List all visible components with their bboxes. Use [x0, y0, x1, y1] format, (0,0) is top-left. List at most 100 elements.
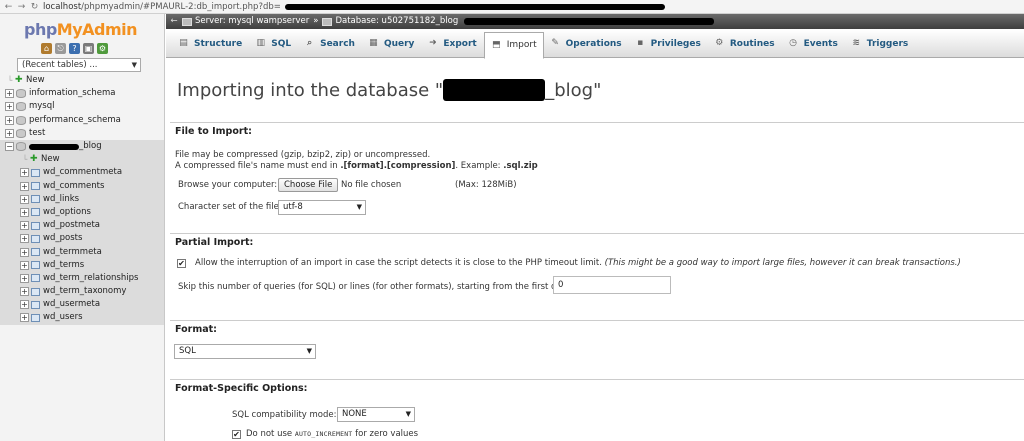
tab-label: Routines — [729, 38, 775, 49]
expand-icon[interactable]: + — [20, 247, 29, 257]
tree-item-table[interactable]: + wd_links — [0, 192, 164, 206]
recent-tables-value: (Recent tables) ... — [22, 60, 98, 70]
expand-icon[interactable]: + — [20, 221, 29, 231]
compat-mode-select[interactable]: NONE ▼ — [337, 407, 415, 422]
tab-import[interactable]: ⬒ Import — [483, 31, 544, 59]
sql-docs-icon[interactable]: ▣ — [83, 43, 94, 54]
filename-note-prefix: A compressed file's name must end in — [175, 161, 341, 171]
no-auto-code: AUTO_INCREMENT — [294, 430, 353, 438]
filename-note: A compressed file's name must end in .[f… — [175, 161, 538, 171]
expand-icon[interactable]: + — [5, 128, 14, 138]
tab-structure[interactable]: ▤ Structure — [172, 33, 249, 55]
table-icon — [31, 168, 40, 177]
redacted-db-name — [29, 143, 79, 150]
breadcrumb-server[interactable]: Server: mysql wampserver — [195, 14, 309, 29]
collapse-arrow-icon[interactable]: ← — [166, 14, 182, 29]
no-auto-increment-checkbox[interactable]: ✔ — [232, 430, 241, 439]
settings-icon[interactable]: ⚙ — [97, 43, 108, 54]
tree-item-table[interactable]: + wd_term_taxonomy — [0, 285, 164, 299]
expand-icon[interactable]: + — [5, 102, 14, 112]
format-select[interactable]: SQL ▼ — [174, 344, 316, 359]
tree-item-label: wd_users — [43, 312, 83, 323]
choose-file-button[interactable]: Choose File — [278, 178, 339, 192]
phpmyadmin-logo[interactable]: phpMyAdmin — [24, 20, 138, 39]
tree-item-table[interactable]: + wd_commentmeta — [0, 166, 164, 180]
forward-arrow-icon[interactable]: → — [17, 2, 26, 12]
page-title: Importing into the database " _blog" — [177, 79, 601, 101]
allow-interrupt-checkbox[interactable]: ✔ — [177, 259, 186, 268]
tree-item-database[interactable]: + performance_schema — [0, 114, 164, 127]
compat-mode-value: NONE — [342, 409, 367, 419]
tree-item-table[interactable]: + wd_terms — [0, 258, 164, 272]
format-section: Format: SQL ▼ — [170, 320, 1024, 380]
expand-icon[interactable]: + — [20, 273, 29, 283]
recent-tables-select[interactable]: (Recent tables) ... ▼ — [17, 58, 141, 72]
format-options-section: Format-Specific Options: SQL compatibili… — [170, 379, 1024, 441]
tab-sql[interactable]: ▥ SQL — [249, 33, 298, 55]
expand-icon[interactable]: + — [20, 287, 29, 297]
tree-item-database[interactable]: + test — [0, 127, 164, 140]
tree-item-database[interactable]: + information_schema — [0, 87, 164, 100]
expand-icon[interactable]: + — [20, 207, 29, 217]
tree-item-table[interactable]: + wd_termmeta — [0, 245, 164, 259]
breadcrumb-database[interactable]: Database: u502751182_blog — [335, 14, 458, 29]
tree-item-label: performance_schema — [29, 114, 121, 125]
url-path: /phpmyadmin/#PMAURL-2:db_import.php?db= — [81, 1, 281, 12]
collapse-icon[interactable]: − — [5, 142, 14, 152]
tree-item-table[interactable]: + wd_comments — [0, 179, 164, 193]
expand-icon[interactable]: + — [20, 194, 29, 204]
expand-icon[interactable]: + — [5, 89, 14, 99]
tree-item-new[interactable]: └ ✚ New — [0, 153, 164, 167]
sql-icon: ▥ — [256, 38, 265, 48]
tab-privileges[interactable]: ▪ Privileges — [629, 33, 708, 55]
tab-query[interactable]: ▦ Query — [362, 33, 421, 55]
tab-events[interactable]: ◷ Events — [782, 33, 845, 55]
tree-item-table[interactable]: + wd_postmeta — [0, 219, 164, 233]
tab-label: Search — [320, 38, 355, 49]
privileges-icon: ▪ — [637, 38, 644, 48]
format-options-heading: Format-Specific Options: — [175, 383, 308, 394]
tree-item-table[interactable]: + wd_posts — [0, 232, 164, 246]
docs-icon[interactable]: ? — [69, 43, 80, 54]
tree-item-table[interactable]: + wd_users — [0, 311, 164, 325]
tab-label: Structure — [194, 38, 243, 49]
tree-item-table[interactable]: + wd_term_relationships — [0, 271, 164, 285]
table-icon — [31, 248, 40, 257]
expand-icon[interactable]: + — [20, 260, 29, 270]
tab-export[interactable]: ➜ Export — [421, 33, 483, 55]
tree-item-table[interactable]: + wd_usermeta — [0, 298, 164, 312]
expand-icon[interactable]: + — [20, 313, 29, 323]
url-field[interactable]: localhost/phpmyadmin/#PMAURL-2:db_import… — [43, 2, 281, 12]
tab-search[interactable]: ⌕ Search — [298, 33, 362, 55]
database-icon — [16, 115, 26, 125]
tree-item-database[interactable]: + mysql — [0, 100, 164, 113]
tree-item-label: information_schema — [29, 88, 116, 99]
tree-item-table[interactable]: + wd_options — [0, 205, 164, 220]
table-icon — [31, 195, 40, 204]
tab-triggers[interactable]: ≋ Triggers — [845, 33, 915, 55]
tree-item-label: wd_commentmeta — [43, 167, 123, 178]
tree-item-label: wd_terms — [43, 259, 85, 270]
expand-icon[interactable]: + — [20, 181, 29, 191]
expand-icon[interactable]: + — [5, 115, 14, 125]
clock-icon: ◷ — [789, 38, 798, 48]
tree-item-new[interactable]: └ ✚ New — [0, 74, 164, 87]
charset-select[interactable]: utf-8 ▼ — [278, 200, 366, 215]
page-title-prefix: Importing into the database " — [177, 80, 444, 101]
home-icon[interactable]: ⌂ — [41, 43, 52, 54]
skip-queries-input[interactable]: 0 — [553, 276, 671, 294]
tab-operations[interactable]: ✎ Operations — [544, 33, 629, 55]
chevron-down-icon: ▼ — [405, 410, 411, 418]
back-arrow-icon[interactable]: ← — [4, 2, 13, 12]
import-content: Importing into the database " _blog" File… — [166, 59, 1024, 441]
breadcrumb-separator: » — [313, 16, 319, 26]
exit-icon[interactable]: ⎋ — [55, 43, 66, 54]
reload-icon[interactable]: ↻ — [30, 2, 39, 12]
tab-routines[interactable]: ⚙ Routines — [708, 33, 782, 55]
expand-icon[interactable]: + — [20, 168, 29, 178]
tree-item-database[interactable]: − _blog — [0, 139, 164, 154]
expand-icon[interactable]: + — [20, 300, 29, 310]
expand-icon[interactable]: + — [20, 234, 29, 244]
tab-label: SQL — [271, 38, 292, 49]
table-icon — [31, 221, 40, 230]
